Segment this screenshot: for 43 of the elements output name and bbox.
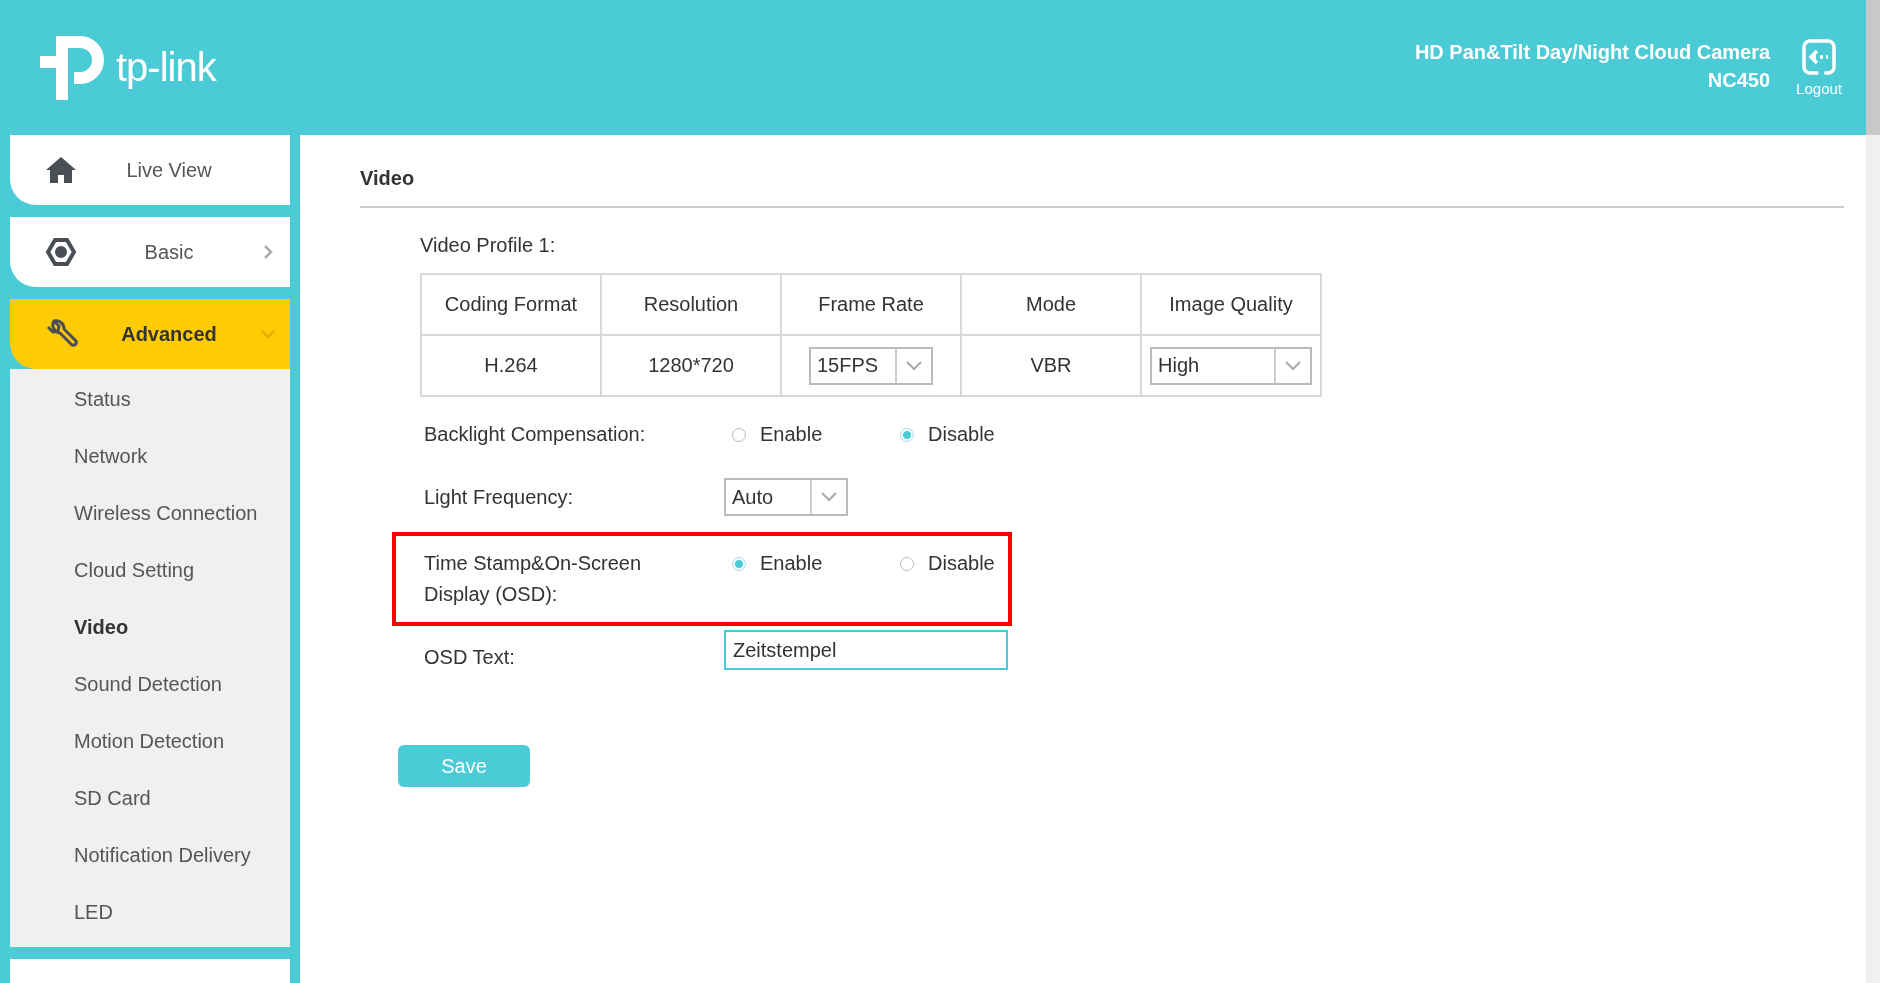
column-header: Resolution <box>601 274 781 335</box>
nav-item[interactable]: Advanced <box>10 299 290 369</box>
submenu-item[interactable]: Video <box>10 599 290 656</box>
nav-item[interactable]: Live View <box>10 135 290 205</box>
radio-option[interactable]: Enable <box>724 548 892 579</box>
submenu-item[interactable]: SD Card <box>10 770 290 827</box>
submenu-item[interactable]: Network <box>10 428 290 485</box>
radio-option[interactable]: Enable <box>724 419 892 450</box>
section-title: Video <box>360 167 1844 208</box>
dropdown[interactable]: 15FPS <box>809 346 933 385</box>
chevron-down-icon <box>821 492 837 502</box>
chevron-down-icon <box>1285 360 1301 371</box>
text-input-field[interactable]: Zeitstempel <box>724 630 1008 670</box>
logout-icon <box>1800 38 1839 76</box>
submenu-item[interactable]: Cloud Setting <box>10 542 290 599</box>
profile-label: Video Profile 1: <box>420 234 557 257</box>
column-header: Coding Format <box>421 274 601 335</box>
submenu-item[interactable]: Status <box>10 371 290 428</box>
submenu-item[interactable]: Motion Detection <box>10 713 290 770</box>
setting-label: OSD Text: <box>424 645 515 670</box>
table-cell: VBR <box>961 335 1141 396</box>
submenu-item[interactable]: Notification Delivery <box>10 827 290 884</box>
setting-label: Backlight Compensation: <box>424 422 646 447</box>
table-cell: 1280*720 <box>601 335 781 396</box>
gear-icon <box>44 235 78 269</box>
product-name: HD Pan&Tilt Day/Night Cloud Camera <box>1414 40 1771 65</box>
dropdown[interactable]: Auto <box>724 478 848 516</box>
radio-option[interactable]: Disable <box>892 548 1060 579</box>
logo-text: tp-link <box>116 45 216 90</box>
nav-item[interactable]: Basic <box>10 217 290 287</box>
setting-label: Light Frequency: <box>424 485 573 510</box>
chevron-down-icon <box>906 360 922 371</box>
setting-label: Time Stamp&On-Screen Display (OSD): <box>424 551 643 607</box>
table-cell: H.264 <box>421 335 601 396</box>
column-header: Mode <box>961 274 1141 335</box>
radio-option[interactable]: Disable <box>892 419 1060 450</box>
submenu-item[interactable]: Wireless Connection <box>10 485 290 542</box>
submenu-item[interactable]: Sound Detection <box>10 656 290 713</box>
column-header: Frame Rate <box>781 274 961 335</box>
submenu-item[interactable]: LED <box>10 884 290 941</box>
model-name: NC450 <box>1707 68 1771 93</box>
dropdown[interactable]: High <box>1150 346 1312 385</box>
column-header: Image Quality <box>1141 274 1321 335</box>
